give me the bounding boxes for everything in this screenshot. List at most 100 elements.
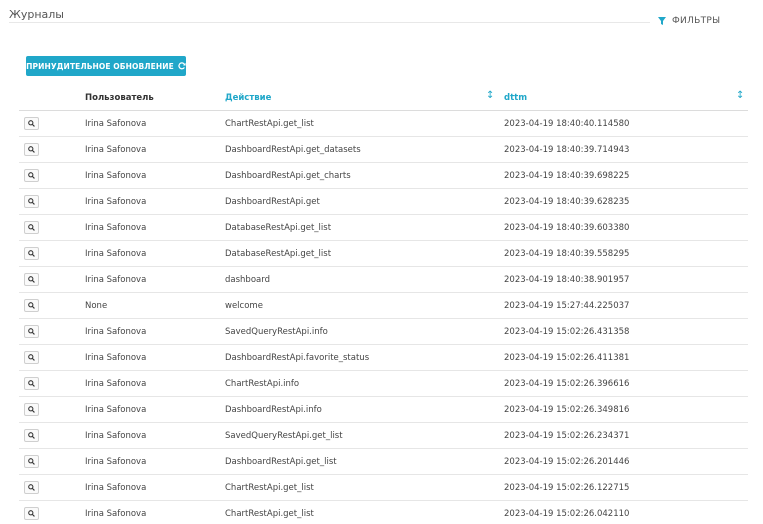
cell-action: DashboardRestApi.get_list [225, 457, 337, 467]
table-row: Irina Safonova DatabaseRestApi.get_list 20… [19, 215, 748, 241]
cell-action: DashboardRestApi.get [225, 197, 320, 207]
cell-action: DashboardRestApi.get_charts [225, 171, 351, 181]
table-row: Irina Safonova DashboardRestApi.info 2023-… [19, 397, 748, 423]
cell-action: DashboardRestApi.info [225, 405, 322, 415]
magnifier-icon [28, 198, 35, 205]
cell-action: ChartRestApi.get_list [225, 509, 314, 519]
view-record-button[interactable] [24, 117, 39, 130]
magnifier-icon [28, 146, 35, 153]
table-row: Irina Safonova dashboard 2023-04-19 18:40:… [19, 267, 748, 293]
magnifier-icon [28, 380, 35, 387]
cell-action: DashboardRestApi.favorite_status [225, 353, 370, 363]
filters-button[interactable]: ФИЛЬТРЫ [657, 16, 720, 26]
table-row: Irina Safonova DatabaseRestApi.get_list 20… [19, 241, 748, 267]
magnifier-icon [28, 406, 35, 413]
cell-user: Irina Safonova [85, 145, 147, 155]
cell-dttm: 2023-04-19 15:02:26.396616 [504, 379, 630, 389]
force-refresh-label: ПРИНУДИТЕЛЬНОЕ ОБНОВЛЕНИЕ [26, 61, 174, 71]
cell-user: Irina Safonova [85, 223, 147, 233]
table-row: Irina Safonova ChartRestApi.get_list 2023-… [19, 475, 748, 501]
cell-dttm: 2023-04-19 18:40:38.901957 [504, 275, 630, 285]
magnifier-icon [28, 432, 35, 439]
magnifier-icon [28, 302, 35, 309]
table-row: Irina Safonova DashboardRestApi.get_datas… [19, 137, 748, 163]
cell-dttm: 2023-04-19 15:02:26.042110 [504, 509, 630, 519]
sort-action-icon[interactable]: ↕ [486, 90, 494, 101]
magnifier-icon [28, 224, 35, 231]
view-record-button[interactable] [24, 455, 39, 468]
view-record-button[interactable] [24, 195, 39, 208]
view-record-button[interactable] [24, 403, 39, 416]
cell-user: Irina Safonova [85, 457, 147, 467]
view-record-button[interactable] [24, 325, 39, 338]
cell-action: welcome [225, 301, 263, 311]
view-record-button[interactable] [24, 169, 39, 182]
column-header-dttm[interactable]: dttm [504, 93, 527, 103]
view-record-button[interactable] [24, 299, 39, 312]
cell-user: Irina Safonova [85, 353, 147, 363]
column-header-user: Пользователь [85, 93, 154, 103]
cell-dttm: 2023-04-19 15:02:26.431358 [504, 327, 630, 337]
view-record-button[interactable] [24, 429, 39, 442]
cell-user: Irina Safonova [85, 171, 147, 181]
table-row: Irina Safonova DashboardRestApi.get 2023-0… [19, 189, 748, 215]
logs-table: Пользователь Действие ↕ dttm ↕ Irina Saf… [19, 85, 748, 524]
cell-dttm: 2023-04-19 15:02:26.349816 [504, 405, 630, 415]
view-record-button[interactable] [24, 143, 39, 156]
magnifier-icon [28, 328, 35, 335]
table-row: Irina Safonova SavedQueryRestApi.get_list… [19, 423, 748, 449]
magnifier-icon [28, 458, 35, 465]
cell-dttm: 2023-04-19 15:02:26.234371 [504, 431, 630, 441]
cell-dttm: 2023-04-19 18:40:40.114580 [504, 119, 630, 129]
cell-user: Irina Safonova [85, 119, 147, 129]
magnifier-icon [28, 354, 35, 361]
view-record-button[interactable] [24, 481, 39, 494]
cell-action: ChartRestApi.get_list [225, 483, 314, 493]
cell-dttm: 2023-04-19 15:02:26.122715 [504, 483, 630, 493]
cell-action: dashboard [225, 275, 270, 285]
page-title: Журналы [9, 8, 64, 21]
magnifier-icon [28, 510, 35, 517]
cell-user: Irina Safonova [85, 275, 147, 285]
magnifier-icon [28, 484, 35, 491]
sort-dttm-icon[interactable]: ↕ [736, 90, 744, 101]
table-header: Пользователь Действие ↕ dttm ↕ [19, 85, 748, 111]
table-row: Irina Safonova DashboardRestApi.favorite_… [19, 345, 748, 371]
table-body: Irina Safonova ChartRestApi.get_list 2023-… [19, 111, 748, 524]
view-record-button[interactable] [24, 351, 39, 364]
view-record-button[interactable] [24, 221, 39, 234]
cell-user: Irina Safonova [85, 327, 147, 337]
title-divider [9, 22, 751, 23]
table-row: Irina Safonova ChartRestApi.get_list 2023-… [19, 111, 748, 137]
magnifier-icon [28, 276, 35, 283]
cell-action: DatabaseRestApi.get_list [225, 223, 332, 233]
cell-dttm: 2023-04-19 18:40:39.558295 [504, 249, 630, 259]
magnifier-icon [28, 172, 35, 179]
table-row: Irina Safonova SavedQueryRestApi.info 2023… [19, 319, 748, 345]
cell-user: Irina Safonova [85, 483, 147, 493]
cell-action: ChartRestApi.get_list [225, 119, 314, 129]
cell-user: Irina Safonova [85, 509, 147, 519]
cell-dttm: 2023-04-19 18:40:39.628235 [504, 197, 630, 207]
cell-action: DashboardRestApi.get_datasets [225, 145, 361, 155]
cell-dttm: 2023-04-19 18:40:39.698225 [504, 171, 630, 181]
cell-action: ChartRestApi.info [225, 379, 300, 389]
cell-action: DatabaseRestApi.get_list [225, 249, 332, 259]
table-row: Irina Safonova DashboardRestApi.get_chart… [19, 163, 748, 189]
view-record-button[interactable] [24, 507, 39, 520]
cell-dttm: 2023-04-19 15:02:26.201446 [504, 457, 630, 467]
cell-dttm: 2023-04-19 18:40:39.714943 [504, 145, 630, 155]
view-record-button[interactable] [24, 247, 39, 260]
cell-user: Irina Safonova [85, 405, 147, 415]
cell-action: SavedQueryRestApi.info [225, 327, 328, 337]
column-header-action[interactable]: Действие [225, 93, 271, 103]
view-record-button[interactable] [24, 273, 39, 286]
magnifier-icon [28, 120, 35, 127]
view-record-button[interactable] [24, 377, 39, 390]
force-refresh-button[interactable]: ПРИНУДИТЕЛЬНОЕ ОБНОВЛЕНИЕ [26, 56, 186, 76]
cell-dttm: 2023-04-19 18:40:39.603380 [504, 223, 630, 233]
cell-user: Irina Safonova [85, 249, 147, 259]
table-row: Irina Safonova DashboardRestApi.get_list 2… [19, 449, 748, 475]
table-row: Irina Safonova ChartRestApi.get_list 2023-… [19, 501, 748, 524]
cell-action: SavedQueryRestApi.get_list [225, 431, 343, 441]
